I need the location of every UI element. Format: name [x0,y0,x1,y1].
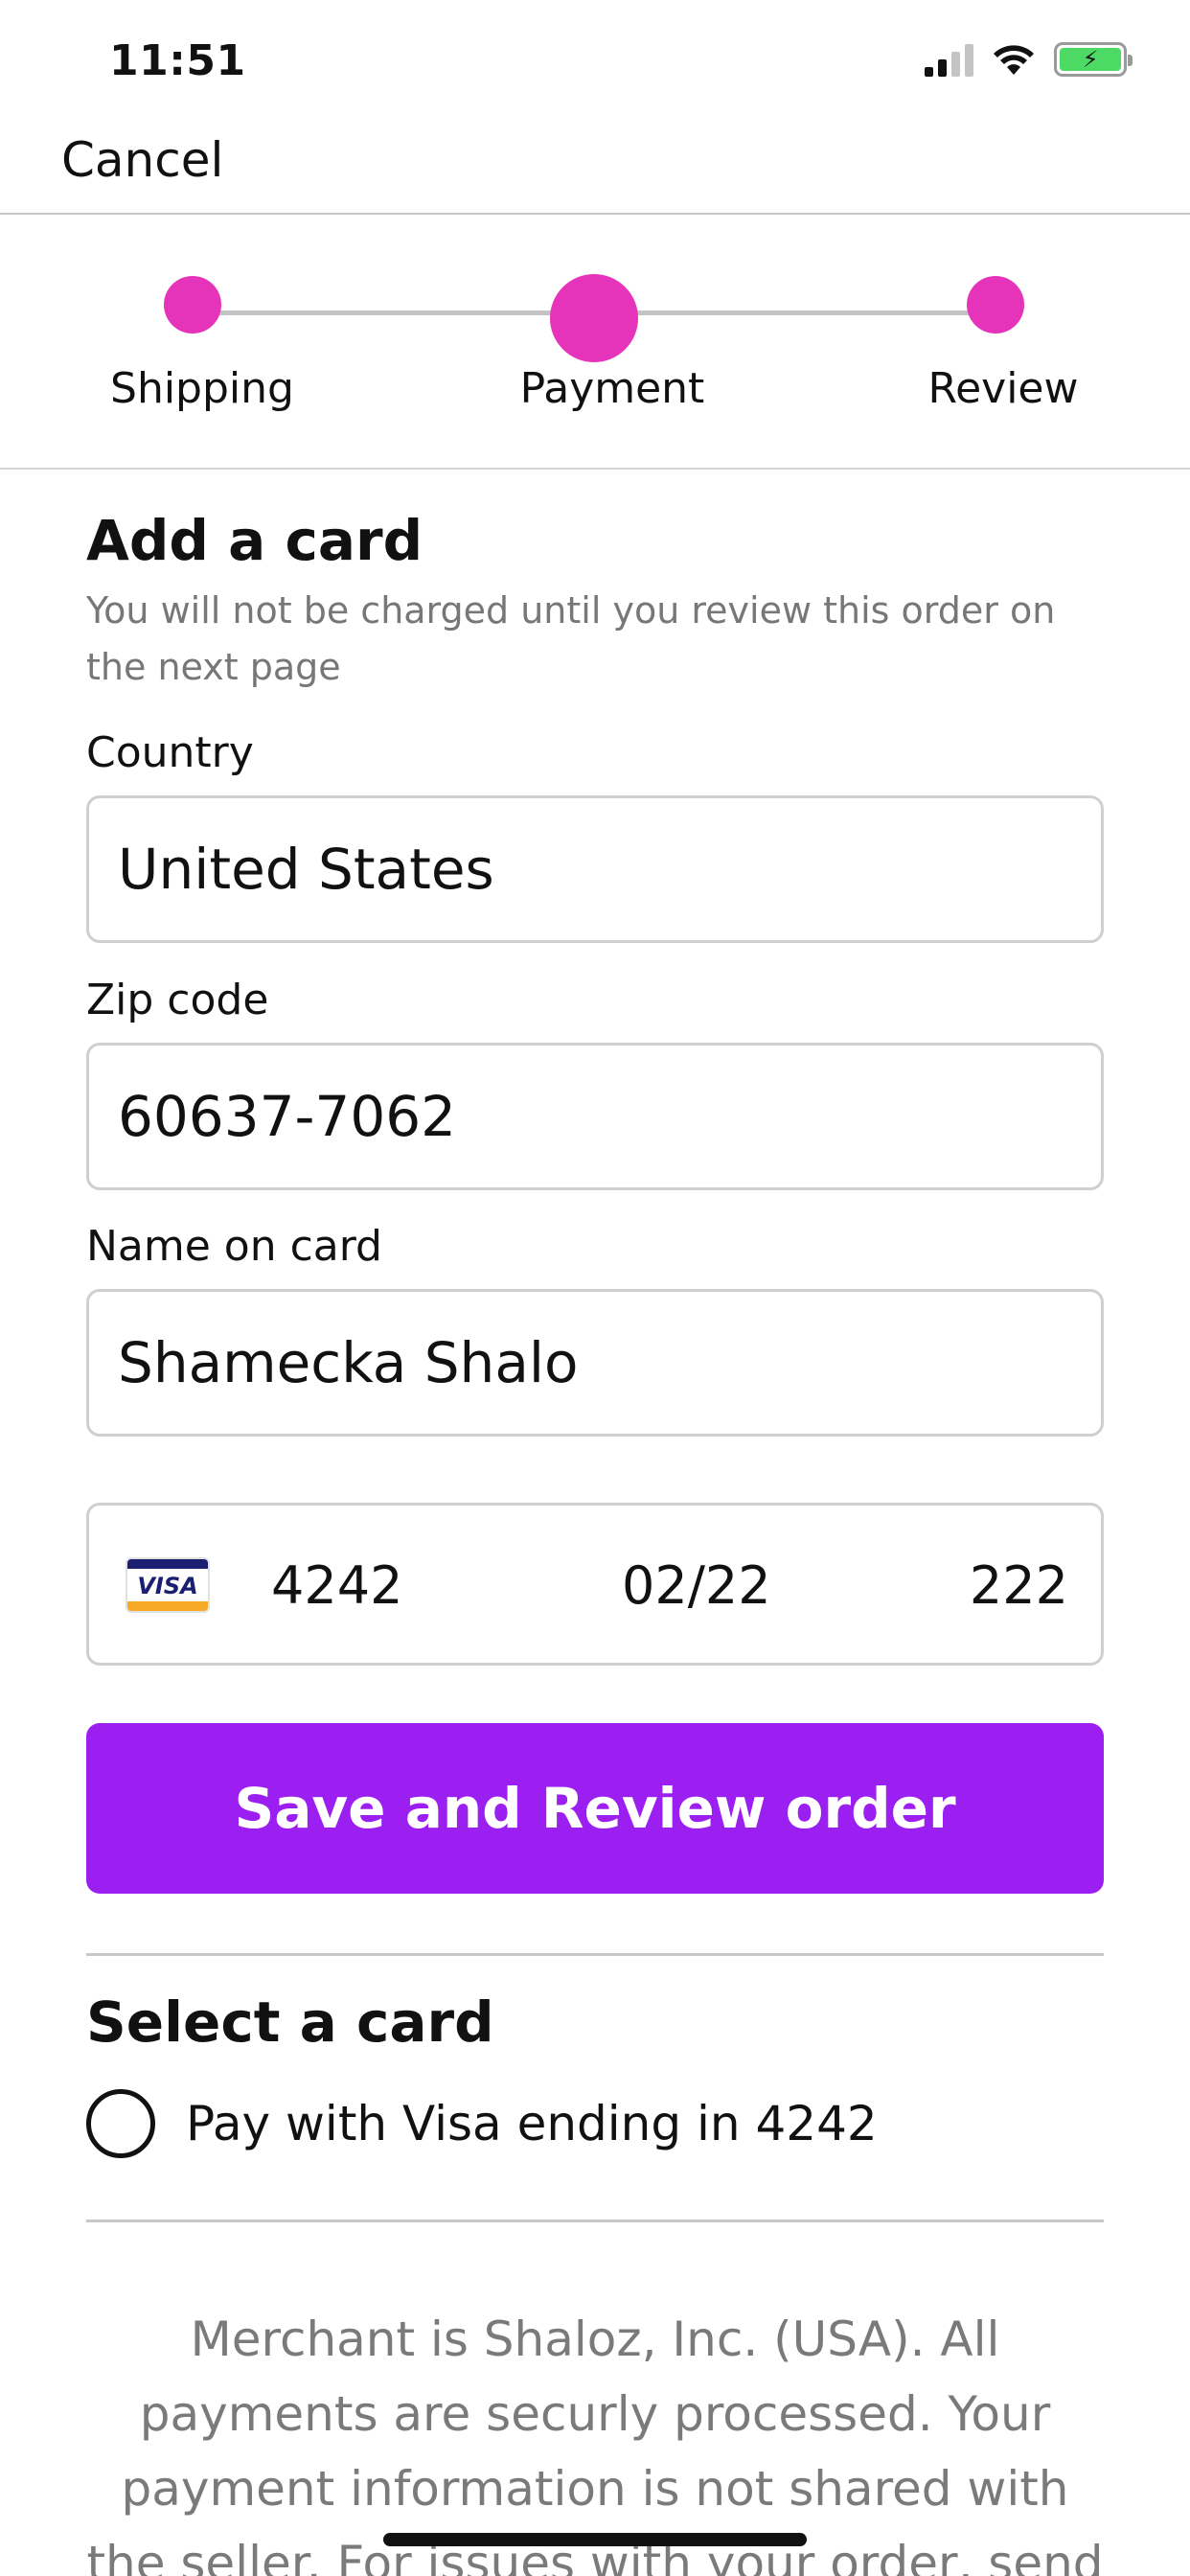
step-label-shipping: Shipping [110,364,294,413]
step-label-payment: Payment [519,364,705,413]
name-label: Name on card [86,1222,382,1271]
step-dot-shipping [164,276,221,334]
battery-charging-icon: ⚡ [1054,42,1133,77]
add-card-subtitle: You will not be charged until you review… [86,589,1056,688]
name-input[interactable] [118,1330,1072,1395]
zip-label: Zip code [86,976,269,1024]
home-indicator [383,2533,807,2546]
divider [86,2220,1104,2222]
card-details-field[interactable]: VISA 4242 02/22 222 [86,1503,1104,1666]
checkout-stepper: Shipping Payment Review [0,215,1190,470]
status-time: 11:51 [109,36,246,85]
signal-icon [925,42,973,77]
name-field[interactable] [86,1289,1104,1437]
step-connector [593,310,995,315]
country-input[interactable] [118,837,1072,902]
visa-card-icon: VISA [126,1557,210,1613]
step-label-review: Review [927,364,1079,413]
save-and-review-button[interactable]: Save and Review order [86,1723,1104,1894]
card-cvc[interactable]: 222 [970,1555,1068,1616]
status-icons: ⚡ [925,42,1133,77]
saved-card-option[interactable]: Pay with Visa ending in 4242 [86,2089,878,2158]
step-dot-review [967,276,1024,334]
zip-field[interactable] [86,1043,1104,1190]
cancel-button[interactable]: Cancel [61,132,223,188]
saved-card-label: Pay with Visa ending in 4242 [186,2096,878,2151]
select-card-title: Select a card [86,1990,494,2055]
step-dot-payment [550,274,638,362]
country-field[interactable] [86,795,1104,943]
card-number[interactable]: 4242 [271,1555,402,1616]
divider [86,1953,1104,1956]
zip-input[interactable] [118,1084,1072,1149]
radio-button[interactable] [86,2089,155,2158]
status-bar: 11:51 ⚡ [0,0,1190,128]
nav-bar: Cancel [0,128,1190,215]
wifi-icon [994,45,1034,75]
step-connector [193,310,593,315]
card-expiry[interactable]: 02/22 [622,1555,771,1616]
country-label: Country [86,728,254,777]
add-card-title: Add a card [86,508,423,573]
